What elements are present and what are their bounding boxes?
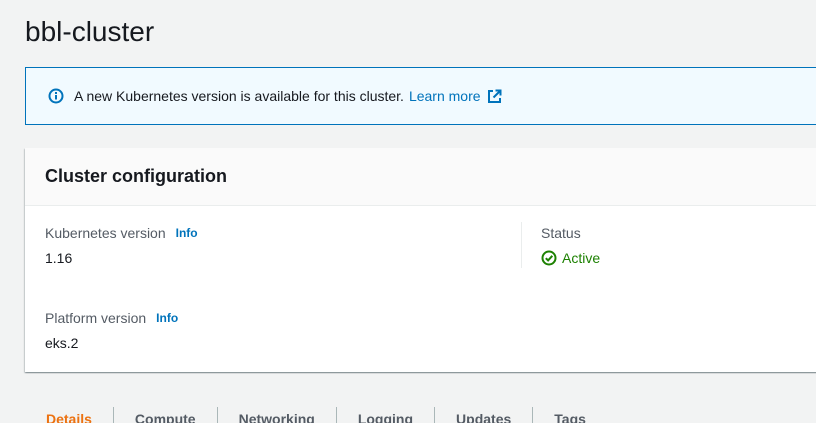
external-link-icon: [487, 89, 502, 104]
status-label: Status: [541, 225, 581, 241]
flash-message: A new Kubernetes version is available fo…: [74, 88, 404, 104]
platform-version-info-link[interactable]: Info: [156, 309, 178, 327]
kubernetes-version-info-link[interactable]: Info: [176, 224, 198, 242]
tab-networking[interactable]: Networking: [218, 406, 336, 423]
check-circle-icon: [541, 250, 557, 266]
learn-more-link[interactable]: Learn more: [409, 88, 502, 104]
tab-logging[interactable]: Logging: [337, 406, 434, 423]
detail-tabs: Details Compute Networking Logging Updat…: [25, 406, 607, 423]
status-value: Active: [541, 249, 600, 267]
learn-more-label: Learn more: [408, 88, 481, 104]
status-field: Status Active: [541, 224, 600, 267]
page-title: bbl-cluster: [25, 16, 155, 47]
version-available-flash: A new Kubernetes version is available fo…: [25, 67, 816, 125]
platform-version-value: eks.2: [45, 335, 79, 351]
tab-details[interactable]: Details: [25, 406, 113, 423]
card-title: Cluster configuration: [45, 166, 228, 186]
platform-version-label: Platform version: [45, 310, 147, 326]
tab-compute[interactable]: Compute: [114, 406, 217, 423]
status-text: Active: [562, 250, 601, 266]
card-header: Cluster configuration: [25, 148, 816, 206]
cluster-detail-page: bbl-cluster A new Kubernetes version is …: [0, 0, 816, 423]
kubernetes-version-field: Kubernetes version Info 1.16: [45, 224, 198, 267]
cluster-configuration-card: Cluster configuration Kubernetes version…: [25, 148, 816, 372]
platform-version-field: Platform version Info eks.2: [45, 309, 178, 352]
column-divider: [521, 222, 522, 268]
info-icon: [48, 88, 64, 104]
kubernetes-version-value: 1.16: [45, 250, 73, 266]
kubernetes-version-label: Kubernetes version: [45, 225, 166, 241]
tab-tags[interactable]: Tags: [533, 406, 607, 423]
tab-updates[interactable]: Updates: [435, 406, 532, 423]
